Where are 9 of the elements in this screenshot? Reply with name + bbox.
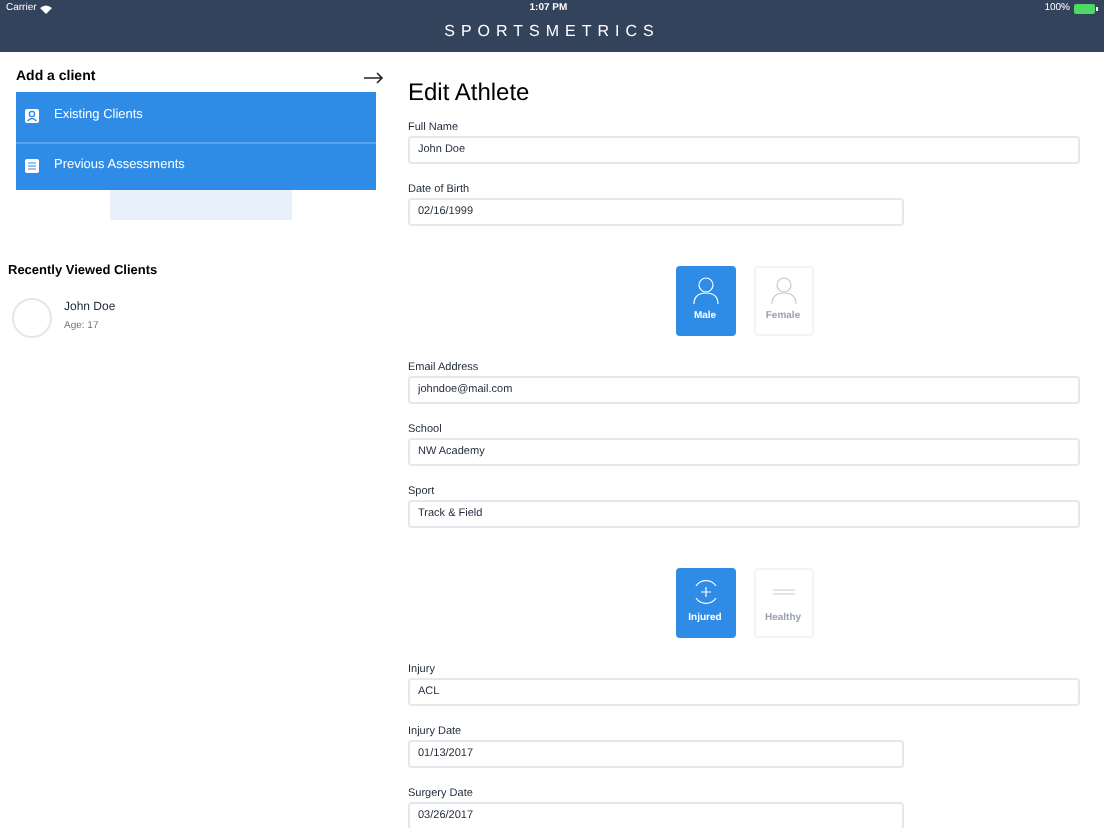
battery-icon (1073, 4, 1098, 14)
wifi-icon (40, 4, 53, 14)
page-title: Edit Athlete (408, 78, 530, 106)
arrow-right-icon[interactable] (364, 72, 384, 84)
document-icon (24, 158, 40, 175)
person-icon (691, 276, 719, 305)
app-title: SPORTSMETRICS (444, 20, 660, 44)
person-icon (24, 108, 40, 125)
person-icon (769, 276, 797, 305)
